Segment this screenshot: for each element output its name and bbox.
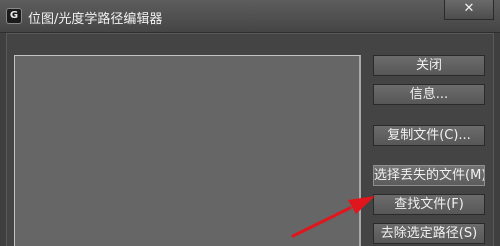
annotation-arrow-shaft <box>291 206 352 238</box>
annotation-arrow <box>291 196 375 238</box>
annotation-arrow-head <box>348 196 375 214</box>
